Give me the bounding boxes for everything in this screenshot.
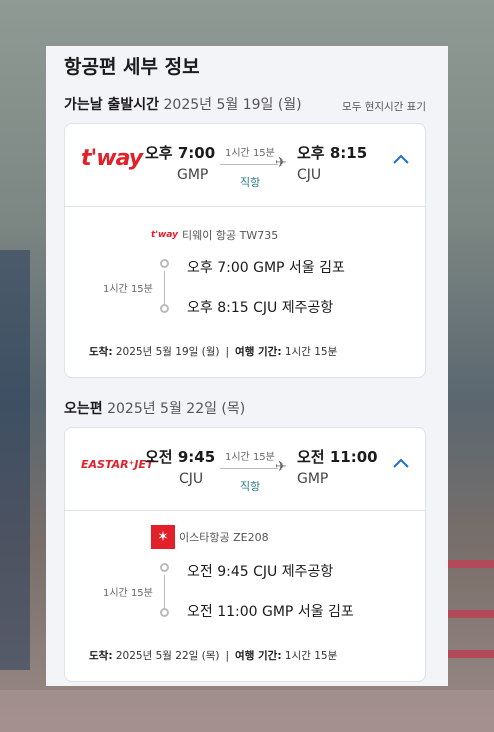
arrival-code: CJU — [297, 167, 322, 183]
flight-details-panel: 항공편 세부 정보 가는날 출발시간 2025년 5월 19일 (월) 모두 현… — [46, 46, 448, 686]
airline-name: 이스타항공 ZE208 — [179, 531, 269, 544]
departure-time: 오전 9:45 — [145, 448, 216, 466]
outbound-flight-card: t'way 오후 7:00 GMP 1시간 15분 ✈ 직항 오후 8:15 C… — [64, 123, 426, 378]
inbound-label: 오는편 — [64, 401, 103, 417]
inbound-summary[interactable]: EASTAR⁺JET 오전 9:45 CJU 1시간 15분 ✈ 직항 오전 1… — [65, 428, 425, 511]
panel-title: 항공편 세부 정보 — [64, 56, 200, 78]
flight-duration: 1시간 15분 — [225, 148, 275, 159]
arrival-date: 2025년 5월 19일 (월) — [115, 346, 220, 358]
timeline-start-dot — [160, 259, 169, 268]
trip-duration-label: 여행 기간: — [235, 346, 282, 358]
direct-label: 직항 — [240, 176, 261, 189]
outbound-summary[interactable]: t'way 오후 7:00 GMP 1시간 15분 ✈ 직항 오후 8:15 C… — [65, 124, 425, 207]
arrival-date: 2025년 5월 22일 (목) — [115, 650, 220, 662]
trip-summary: 도착: 2025년 5월 22일 (목) | 여행 기간: 1시간 15분 — [89, 648, 337, 663]
route-line — [220, 468, 278, 469]
direct-label: 직항 — [240, 480, 261, 493]
route-line — [220, 164, 278, 165]
arrival-label: 도착: — [89, 346, 113, 358]
plane-icon: ✈ — [275, 155, 287, 171]
departure-code: GMP — [177, 167, 209, 183]
chevron-up-icon[interactable] — [393, 154, 409, 168]
outbound-header: 가는날 출발시간 2025년 5월 19일 (월) — [64, 94, 302, 114]
eastar-mark-icon: ✶ — [151, 525, 175, 549]
trip-duration: 1시간 15분 — [284, 650, 338, 662]
airline-name: 티웨이 항공 TW735 — [182, 229, 279, 242]
airline-row: ✶ 이스타항공 ZE208 — [151, 525, 269, 549]
segment-duration: 1시간 15분 — [103, 588, 153, 599]
segment-duration: 1시간 15분 — [103, 284, 153, 295]
eastar-jet-logo: EASTAR⁺JET — [81, 458, 154, 471]
inbound-flight-card: EASTAR⁺JET 오전 9:45 CJU 1시간 15분 ✈ 직항 오전 1… — [64, 427, 426, 682]
inbound-header: 오는편 2025년 5월 22일 (목) — [64, 398, 245, 418]
local-time-note: 모두 현지시간 표기 — [342, 101, 426, 113]
outbound-details: t'way 티웨이 항공 TW735 1시간 15분 오후 7:00 GMP 서… — [65, 207, 425, 377]
tway-mini-logo: t'way — [151, 230, 179, 240]
airline-row: t'way 티웨이 항공 TW735 — [151, 227, 278, 243]
arrival-time: 오전 11:00 — [297, 448, 378, 466]
outbound-label: 가는날 출발시간 — [64, 97, 160, 113]
tway-logo: t'way — [81, 146, 143, 171]
separator: | — [225, 346, 230, 358]
flight-duration: 1시간 15분 — [225, 452, 275, 463]
trip-duration-label: 여행 기간: — [235, 650, 282, 662]
timeline-start-dot — [160, 563, 169, 572]
departure-stop: 오후 7:00 GMP 서울 김포 — [187, 260, 345, 276]
arrival-stop: 오후 8:15 CJU 제주공항 — [187, 300, 334, 316]
departure-code: CJU — [179, 471, 204, 487]
background-decor — [448, 650, 494, 658]
departure-time: 오후 7:00 — [145, 144, 216, 162]
arrival-code: GMP — [297, 471, 329, 487]
background-decor — [448, 610, 494, 618]
departure-stop: 오전 9:45 CJU 제주공항 — [187, 564, 334, 580]
outbound-date: 2025년 5월 19일 (월) — [163, 97, 302, 113]
inbound-date: 2025년 5월 22일 (목) — [107, 401, 246, 417]
arrival-stop: 오전 11:00 GMP 서울 김포 — [187, 604, 354, 620]
background-decor — [0, 250, 30, 670]
arrival-label: 도착: — [89, 650, 113, 662]
chevron-up-icon[interactable] — [393, 458, 409, 472]
inbound-details: ✶ 이스타항공 ZE208 1시간 15분 오전 9:45 CJU 제주공항 오… — [65, 511, 425, 681]
background-decor — [448, 560, 494, 568]
timeline-end-dot — [160, 608, 169, 617]
separator: | — [225, 650, 230, 662]
trip-duration: 1시간 15분 — [284, 346, 338, 358]
background-decor — [0, 690, 494, 732]
plane-icon: ✈ — [275, 459, 287, 475]
arrival-time: 오후 8:15 — [297, 144, 368, 162]
trip-summary: 도착: 2025년 5월 19일 (월) | 여행 기간: 1시간 15분 — [89, 344, 337, 359]
timeline-end-dot — [160, 304, 169, 313]
